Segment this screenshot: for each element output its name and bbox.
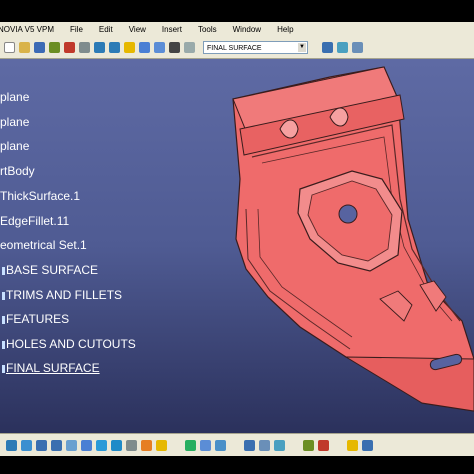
- tree-node-edgefillet[interactable]: EdgeFillet.11: [0, 214, 69, 228]
- tree-branch-marker: [2, 316, 5, 324]
- extrude-icon[interactable]: [303, 439, 314, 451]
- measure-icon[interactable]: [139, 42, 150, 53]
- measure-icon[interactable]: [244, 439, 255, 451]
- 3d-viewport[interactable]: plane plane plane rtBody ThickSurface.1 …: [0, 59, 474, 433]
- help-icon[interactable]: [124, 42, 135, 53]
- swap-visible-icon[interactable]: [156, 439, 167, 451]
- tree-node-plane-1[interactable]: plane: [0, 90, 29, 104]
- trim-icon[interactable]: [318, 439, 329, 451]
- tree-node-base-surface[interactable]: BASE SURFACE: [2, 263, 99, 277]
- compass-icon[interactable]: [322, 42, 333, 53]
- shading-icon[interactable]: [126, 439, 137, 451]
- tree-node-label: HOLES AND CUTOUTS: [6, 337, 136, 351]
- hide-show-icon[interactable]: [141, 439, 152, 451]
- join-icon[interactable]: [274, 439, 285, 451]
- apply-material-icon[interactable]: [362, 439, 373, 451]
- analysis-icon[interactable]: [337, 42, 348, 53]
- status-bar: [0, 456, 474, 474]
- rotate-icon[interactable]: [81, 439, 92, 451]
- new-icon[interactable]: [4, 42, 15, 53]
- tree-node-trims-and-fillets[interactable]: TRIMS AND FILLETS: [2, 288, 123, 302]
- chevron-down-icon: ▼: [298, 43, 306, 52]
- iso-view-icon[interactable]: [111, 439, 122, 451]
- tree-node-label: ThickSurface.1: [0, 189, 81, 203]
- plane-icon[interactable]: [200, 439, 211, 451]
- point-icon[interactable]: [215, 439, 226, 451]
- current-set-value: FINAL SURFACE: [207, 45, 262, 52]
- menu-bar: NOVIA V5 VPM File Edit View Insert Tools…: [0, 22, 474, 37]
- app-title: NOVIA V5 VPM: [0, 25, 55, 34]
- tree-node-features[interactable]: FEATURES: [2, 312, 70, 326]
- standard-toolbar: FINAL SURFACE ▼: [0, 37, 474, 59]
- set-icon[interactable]: [184, 42, 195, 53]
- tree-node-holes-and-cutouts[interactable]: HOLES AND CUTOUTS: [2, 337, 136, 351]
- filter-icon[interactable]: [154, 42, 165, 53]
- menu-tools[interactable]: Tools: [190, 25, 225, 34]
- tree-node-final-surface[interactable]: FINAL SURFACE: [2, 361, 100, 375]
- title-bar: [0, 0, 474, 22]
- update-icon[interactable]: [49, 42, 60, 53]
- save-icon[interactable]: [34, 42, 45, 53]
- tree-node-label: EdgeFillet.11: [0, 214, 70, 228]
- tree-node-part-body[interactable]: rtBody: [0, 164, 35, 178]
- current-set-select[interactable]: FINAL SURFACE ▼: [203, 41, 308, 54]
- tree-branch-marker: [2, 365, 5, 373]
- tree-branch-marker: [2, 267, 5, 275]
- link-icon[interactable]: [169, 42, 180, 53]
- tree-node-plane-2[interactable]: plane: [0, 115, 29, 129]
- sketch-icon[interactable]: [185, 439, 196, 451]
- tree-node-label: FEATURES: [6, 312, 70, 326]
- menu-insert[interactable]: Insert: [154, 25, 190, 34]
- tree-branch-marker: [2, 341, 5, 349]
- extract-icon[interactable]: [259, 439, 270, 451]
- menu-help[interactable]: Help: [269, 25, 301, 34]
- menu-window[interactable]: Window: [225, 25, 269, 34]
- tree-node-label: TRIMS AND FILLETS: [6, 288, 123, 302]
- tree-node-label: BASE SURFACE: [6, 263, 99, 277]
- menu-edit[interactable]: Edit: [91, 25, 121, 34]
- menu-file[interactable]: File: [62, 25, 91, 34]
- zoom-out-icon[interactable]: [51, 439, 62, 451]
- copy-icon[interactable]: [79, 42, 90, 53]
- cut-icon[interactable]: [64, 42, 75, 53]
- tree-branch-marker: [2, 292, 5, 300]
- fly-mode-icon[interactable]: [6, 439, 17, 451]
- tree-node-thicksurface[interactable]: ThickSurface.1: [0, 189, 80, 203]
- undo-icon[interactable]: [94, 42, 105, 53]
- tree-node-label: FINAL SURFACE: [6, 361, 100, 375]
- normal-view-icon[interactable]: [96, 439, 107, 451]
- tree-node-plane-3[interactable]: plane: [0, 139, 29, 153]
- view-toolbar: [0, 433, 474, 456]
- open-icon[interactable]: [19, 42, 30, 53]
- pan-icon[interactable]: [66, 439, 77, 451]
- menu-view[interactable]: View: [121, 25, 154, 34]
- redo-icon[interactable]: [109, 42, 120, 53]
- fit-all-icon[interactable]: [21, 439, 32, 451]
- zoom-in-icon[interactable]: [36, 439, 47, 451]
- fillet-icon[interactable]: [347, 439, 358, 451]
- tree-node-geometrical-set[interactable]: eometrical Set.1: [0, 238, 87, 252]
- render-icon[interactable]: [352, 42, 363, 53]
